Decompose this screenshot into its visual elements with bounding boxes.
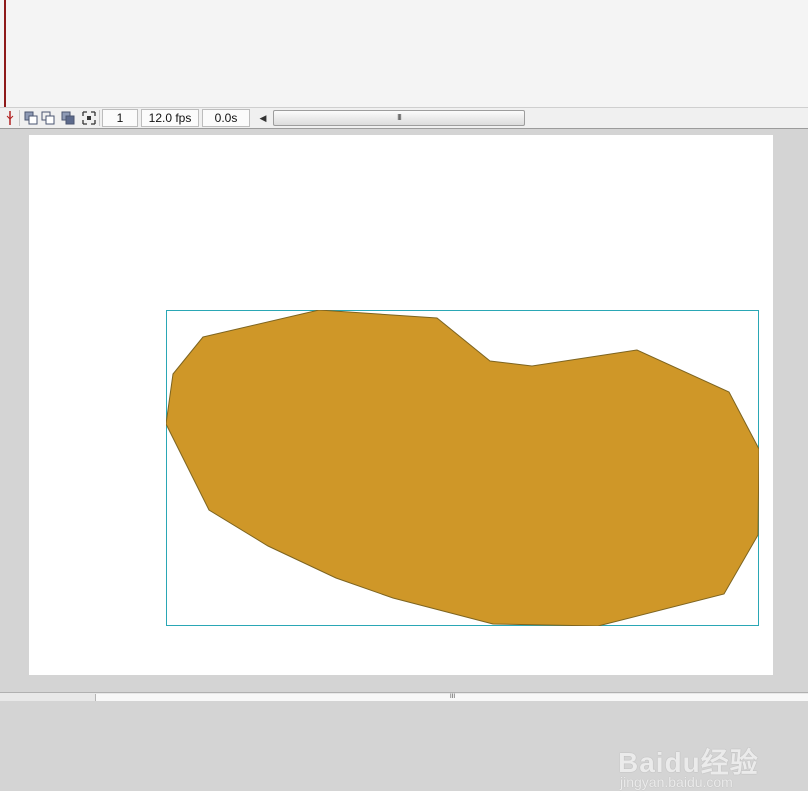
toolbar-separator — [99, 110, 100, 126]
selected-shape[interactable] — [166, 310, 759, 626]
watermark-url: jingyan.baidu.com — [620, 774, 733, 790]
onion-skin-outlines-icon[interactable] — [40, 110, 56, 126]
timeline-panel[interactable] — [0, 0, 808, 107]
scrollbar-grip: III — [397, 113, 402, 122]
playhead[interactable] — [4, 0, 6, 108]
modify-onion-markers-icon[interactable] — [81, 110, 97, 126]
stage-canvas[interactable] — [29, 135, 773, 675]
timeline-toolbar: 1 12.0 fps 0.0s ◀ III — [0, 107, 808, 130]
baidu-jingyan-watermark: Baidu经验 jingyan.baidu.com — [618, 741, 768, 791]
watermark-brand: Baidu经验 — [618, 747, 759, 778]
current-frame-field[interactable]: 1 — [102, 109, 138, 127]
pasteboard[interactable]: Baidu经验 jingyan.baidu.com — [0, 129, 808, 790]
onion-skin-icon[interactable] — [23, 110, 39, 126]
elapsed-time-field: 0.0s — [202, 109, 250, 127]
timeline-horizontal-scrollbar[interactable]: III — [273, 110, 525, 126]
center-frame-icon[interactable] — [2, 110, 18, 126]
frame-rate-field[interactable]: 12.0 fps — [141, 109, 199, 127]
edit-multiple-frames-icon[interactable] — [60, 110, 76, 126]
scroll-left-arrow-icon[interactable]: ◀ — [258, 110, 268, 126]
toolbar-separator — [19, 110, 20, 126]
